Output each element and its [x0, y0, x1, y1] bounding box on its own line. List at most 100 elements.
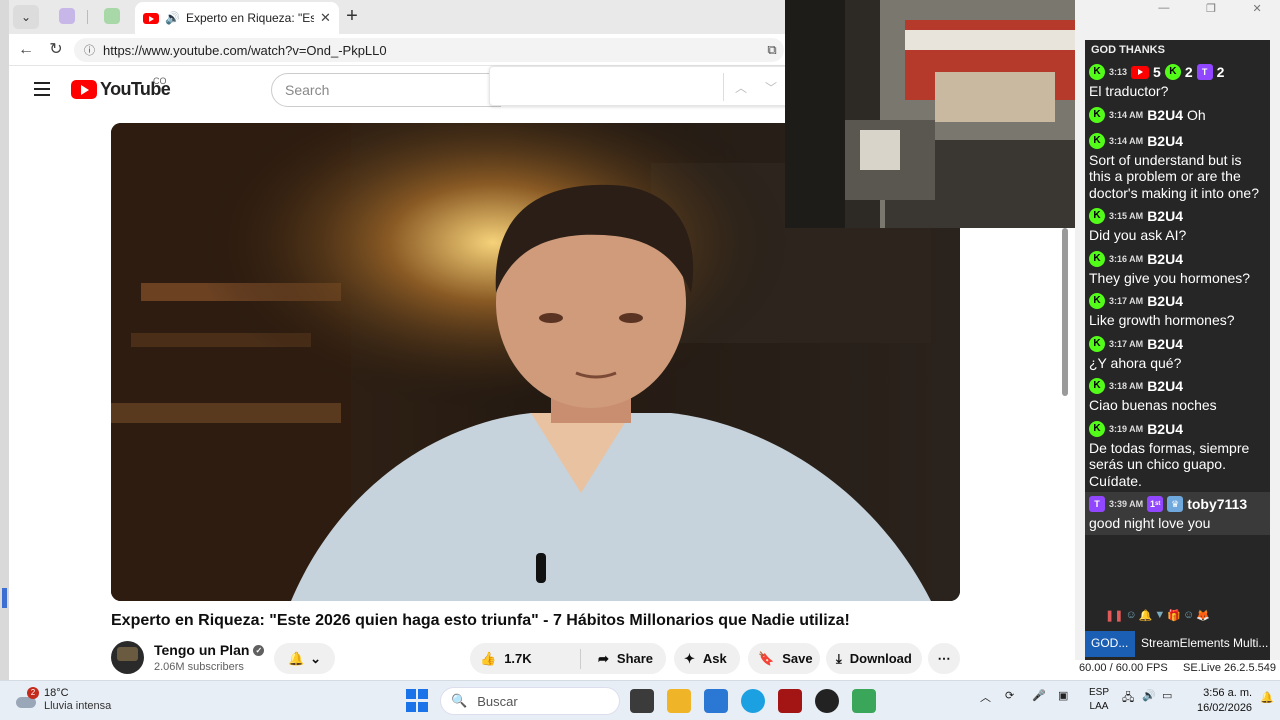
emote-toolbar: ❚❚ ☺ 🔔 ▼ 🎁 ☺ 🦊 — [1085, 606, 1270, 628]
kick-icon: K — [1089, 420, 1105, 437]
emote-icon[interactable]: ☺ — [1183, 609, 1194, 625]
download-button[interactable]: ⤓ Download — [826, 643, 922, 674]
chat-message: K 3:18 AM B2U4 Ciao buenas noches — [1085, 374, 1270, 417]
volume-icon[interactable]: 🔊 — [1142, 689, 1156, 702]
close-tab-icon[interactable]: ✕ — [320, 10, 331, 26]
share-label: Share — [616, 651, 654, 666]
page-scrollbar[interactable] — [1062, 228, 1068, 396]
microphone-icon[interactable]: 🎤 — [1032, 689, 1046, 702]
kick-icon: K — [1164, 64, 1181, 80]
back-button[interactable]: ← — [15, 40, 37, 60]
chat-message: K 3:16 AM B2U4 They give you hormones? — [1085, 247, 1270, 290]
gift-icon[interactable]: 🎁 — [1167, 609, 1181, 625]
menu-icon[interactable] — [34, 82, 50, 96]
message-time: 3:14 AM — [1109, 135, 1144, 146]
crown-icon: ♛ — [1167, 496, 1184, 512]
close-icon[interactable]: ✕ — [1252, 2, 1261, 18]
tab-streamelements[interactable]: StreamElements Multi... — [1135, 631, 1270, 657]
edge-indicator — [2, 588, 7, 608]
app-icon-shield[interactable] — [778, 689, 802, 713]
message-time: 3:39 AM — [1109, 499, 1144, 509]
task-view-icon[interactable] — [630, 689, 654, 713]
viewer-count-twitch: 2 — [1216, 64, 1225, 80]
speaker-icon[interactable]: 🔊 — [165, 11, 180, 25]
chevron-up-icon[interactable]: ︿ — [735, 79, 747, 96]
split-screen-icon[interactable]: ⧉ — [761, 40, 783, 60]
emote-icon[interactable]: ☺ — [1125, 609, 1136, 625]
notification-button[interactable]: 🔔 ⌄ — [274, 643, 335, 674]
ask-button[interactable]: ✦ Ask — [674, 643, 740, 674]
cloud-rain-icon: 2 — [16, 687, 39, 711]
share-button[interactable]: ➦ Share — [588, 643, 666, 674]
bell-icon[interactable]: 🔔 — [1139, 609, 1153, 625]
fox-icon[interactable]: 🦊 — [1196, 609, 1210, 625]
notifications-icon[interactable]: 🔔 — [1260, 691, 1274, 704]
message-user[interactable]: B2U4 — [1147, 336, 1183, 352]
pause-icon[interactable]: ❚❚ — [1105, 609, 1123, 625]
sync-icon[interactable]: ⟳ — [1005, 689, 1014, 702]
taskbar-search[interactable]: 🔍 Buscar — [440, 687, 620, 715]
device-icon[interactable]: ▣ — [1058, 689, 1068, 702]
time: 3:56 a. m. — [1203, 687, 1253, 699]
tab-god[interactable]: GOD... — [1085, 631, 1135, 657]
message-user[interactable]: B2U4 — [1147, 107, 1183, 123]
temperature: 18°C — [44, 687, 69, 699]
youtube-logo[interactable]: YouTube CO — [71, 76, 171, 100]
file-explorer-icon[interactable] — [667, 689, 691, 713]
site-info-icon[interactable]: ⓘ — [84, 42, 95, 58]
message-user[interactable]: B2U4 — [1147, 378, 1183, 394]
minimize-icon[interactable]: — — [1158, 2, 1169, 18]
language-indicator[interactable]: ESP LAA — [1089, 686, 1109, 714]
subscriber-count: 2.06M subscribers — [154, 661, 244, 673]
message-user[interactable]: B2U4 — [1147, 133, 1183, 149]
message-time: 3:15 AM — [1109, 211, 1144, 221]
refresh-button[interactable]: ↻ — [45, 40, 67, 60]
chat-window: GOD THANKS K 3:13 5 K 2 T 2 El traductor… — [1085, 40, 1270, 680]
message-text: They give you hormones? — [1089, 269, 1251, 286]
tab-pinned-2[interactable] — [104, 8, 120, 24]
battery-icon[interactable]: ▭ — [1162, 689, 1172, 702]
tab-active-youtube[interactable]: 🔊 Experto en Riqueza: "Este 2026 quien h… — [135, 2, 339, 34]
chevron-up-icon[interactable]: ︿ — [980, 689, 991, 705]
tab-actions-button[interactable]: ⌄ — [13, 5, 39, 29]
save-button[interactable]: 🔖 Save — [748, 643, 820, 674]
status-bar: 60.00 / 60.00 FPS SE.Live 26.2.5.549 — [1075, 660, 1280, 680]
channel-name[interactable]: Tengo un Plan ✓ — [154, 642, 265, 658]
message-user[interactable]: B2U4 — [1147, 251, 1183, 267]
message-user[interactable]: B2U4 — [1147, 421, 1183, 437]
message-time: 3:13 — [1109, 67, 1128, 77]
download-label: Download — [849, 651, 912, 666]
url-field[interactable]: ⓘ https://www.youtube.com/watch?v=Ond_-P… — [74, 38, 784, 62]
store-icon[interactable] — [704, 689, 728, 713]
clock[interactable]: 3:56 a. m. 16/02/2026 — [1197, 686, 1252, 716]
new-tab-button[interactable]: + — [341, 6, 363, 28]
youtube-icon — [1131, 65, 1150, 79]
filter-icon[interactable]: ▼ — [1154, 609, 1165, 625]
message-user[interactable]: B2U4 — [1147, 293, 1183, 309]
edge-browser-icon[interactable] — [741, 689, 765, 713]
first-badge-icon: 1ˢᵗ — [1147, 496, 1164, 512]
kick-icon: K — [1089, 335, 1105, 352]
channel-avatar[interactable] — [111, 641, 144, 674]
language-code: ESP — [1089, 687, 1110, 698]
chat-message: K 3:14 AM B2U4 Oh — [1085, 103, 1270, 129]
message-user[interactable]: B2U4 — [1147, 208, 1183, 224]
chat-app-icon[interactable] — [852, 689, 876, 713]
window-controls: — ❐ ✕ — [1140, 2, 1280, 18]
like-button[interactable]: 👍 1.7K — [470, 651, 580, 667]
start-button[interactable] — [406, 689, 430, 713]
tab-pinned-1[interactable] — [59, 8, 75, 24]
chat-header: GOD THANKS — [1091, 44, 1165, 56]
weather-widget[interactable]: 2 18°C Lluvia intensa — [16, 687, 111, 713]
message-time: 3:18 AM — [1109, 381, 1144, 391]
thumbs-up-icon: 👍 — [480, 650, 497, 666]
chat-message: K 3:19 AM B2U4 De todas formas, siempre … — [1085, 417, 1270, 493]
message-user[interactable]: toby7113 — [1187, 496, 1247, 512]
tab-separator — [87, 10, 88, 24]
chevron-down-icon[interactable]: ﹀ — [765, 79, 777, 96]
restore-icon[interactable]: ❐ — [1206, 2, 1216, 18]
more-actions-button[interactable]: ⋯ — [928, 643, 960, 674]
search-input[interactable]: Search — [271, 73, 501, 107]
network-icon[interactable]: 🖧 — [1122, 689, 1134, 708]
obs-icon[interactable] — [815, 689, 839, 713]
